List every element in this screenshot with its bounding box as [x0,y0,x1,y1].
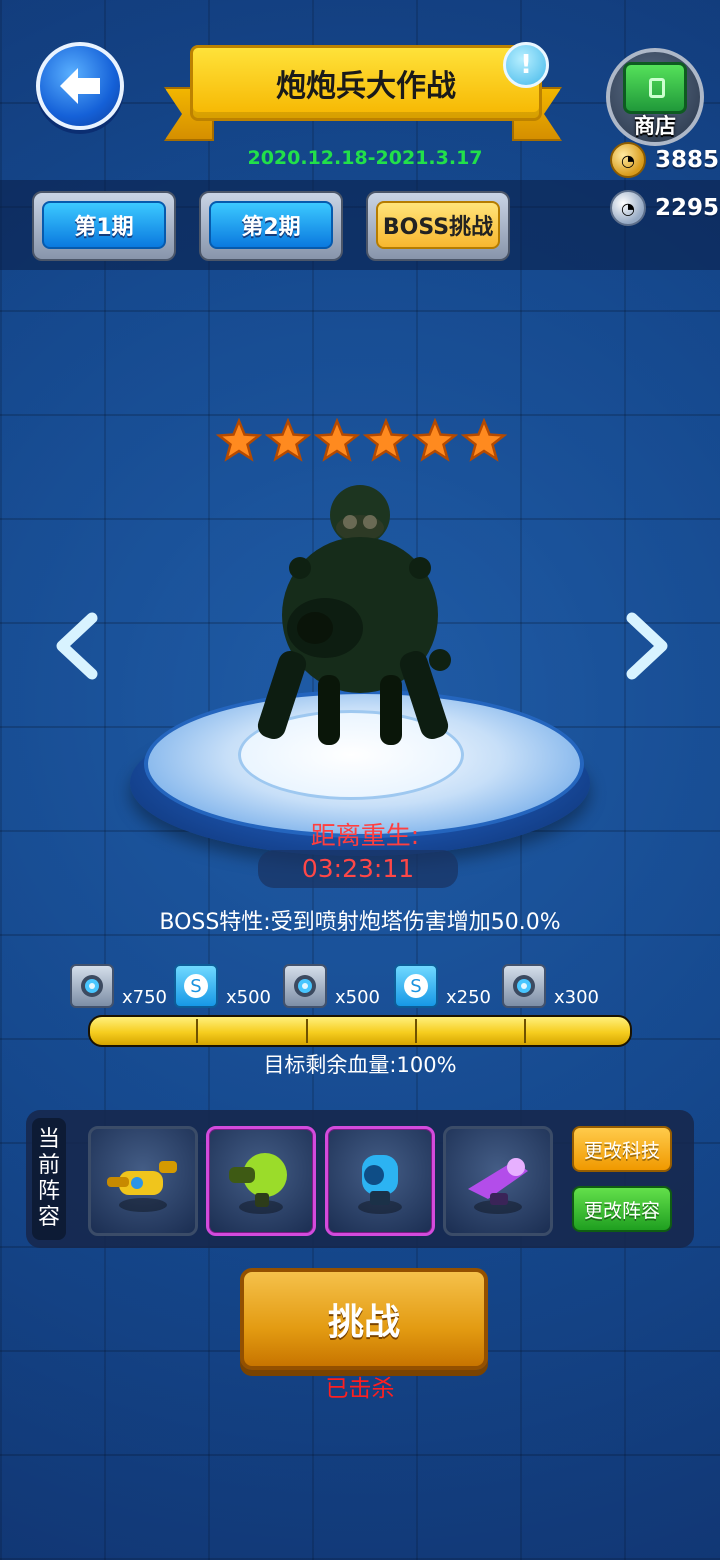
star-icon [461,418,507,462]
reward-qty: x750 [122,987,168,1008]
gold-amount: 3885 [655,147,720,173]
svg-text:S: S [190,976,201,997]
star-icon [363,418,409,462]
reward-item[interactable]: x750 [70,964,167,1008]
reward-qty: x500 [226,987,272,1008]
gold-coin-icon: ◔ [610,142,646,178]
reward-item[interactable]: S x500 [174,964,271,1008]
lineup-label-char: 容 [37,1205,60,1230]
change-tech-button[interactable]: 更改科技 [572,1126,672,1172]
title-banner: 炮炮兵大作战 [164,45,562,141]
tower-slot-3[interactable] [325,1126,435,1236]
reward-qty: x300 [554,987,600,1008]
lineup-label-char: 当 [37,1127,60,1152]
silver-currency: ◔ 22956 [610,190,720,226]
respawn-label: 距离重生: [310,821,420,850]
treasure-chest-icon [623,62,687,114]
reward-item[interactable]: S x250 [394,964,491,1008]
star-icon [314,418,360,462]
gear-icon [502,964,546,1008]
silver-amount: 22956 [655,195,720,221]
hp-segment-divider [524,1019,526,1043]
hp-segment-divider [306,1019,308,1043]
change-lineup-button[interactable]: 更改阵容 [572,1186,672,1232]
current-lineup-label: 当 前 阵 容 [32,1118,66,1240]
reward-item[interactable]: x500 [283,964,380,1008]
star-icon [412,418,458,462]
boss-hp-fill [90,1017,630,1045]
hp-segment-divider [196,1019,198,1043]
boss-trait-text: BOSS特性:受到喷射炮塔伤害增加50.0% [159,910,561,935]
back-arrow-icon [60,68,100,104]
shop-label: 商店 [634,114,676,138]
tab-label: 第2期 [209,201,333,249]
tab-label: 第1期 [42,201,166,249]
reward-qty: x250 [446,987,492,1008]
back-button[interactable] [36,42,124,130]
skin-coin-icon: S [174,964,218,1008]
silver-coin-icon: ◔ [610,190,646,226]
challenge-button[interactable]: 挑战 [240,1268,488,1370]
reward-item[interactable]: x300 [502,964,599,1008]
next-boss-arrow-icon[interactable] [616,610,676,682]
boss-hp-bar [88,1015,632,1047]
hp-segment-divider [415,1019,417,1043]
reward-qty: x500 [335,987,381,1008]
respawn-countdown: 03:23:11 [258,850,458,888]
tower-slot-2[interactable] [206,1126,316,1236]
gear-icon [70,964,114,1008]
gear-icon [283,964,327,1008]
boss-star-rating [216,418,507,464]
skin-coin-icon: S [394,964,438,1008]
info-button[interactable]: ! [503,42,549,88]
gold-currency: ◔ 3885 [610,142,719,178]
tab-period-1[interactable]: 第1期 [32,191,176,261]
boss-tank-soldier-image [257,485,451,745]
lineup-label-char: 阵 [37,1179,60,1204]
star-icon [265,418,311,462]
green-tower-icon [229,1153,287,1214]
previous-boss-arrow-icon[interactable] [48,610,108,682]
lineup-label-char: 前 [37,1153,60,1178]
tower-slot-4[interactable] [443,1126,553,1236]
boss-hp-label: 目标剩余血量:100% [263,1053,457,1077]
purple-tower-icon [468,1158,528,1214]
tab-period-2[interactable]: 第2期 [199,191,343,261]
shop-button[interactable]: 商店 [606,48,704,146]
svg-text:S: S [410,976,421,997]
blue-tower-icon [358,1155,402,1214]
killed-status: 已击杀 [325,1376,395,1402]
tab-boss-challenge[interactable]: BOSS挑战 [366,191,510,261]
tab-label: BOSS挑战 [376,201,500,249]
star-icon [216,418,262,462]
page-title: 炮炮兵大作战 [190,45,542,121]
yellow-tower-icon [107,1161,177,1212]
tower-slot-1[interactable] [88,1126,198,1236]
